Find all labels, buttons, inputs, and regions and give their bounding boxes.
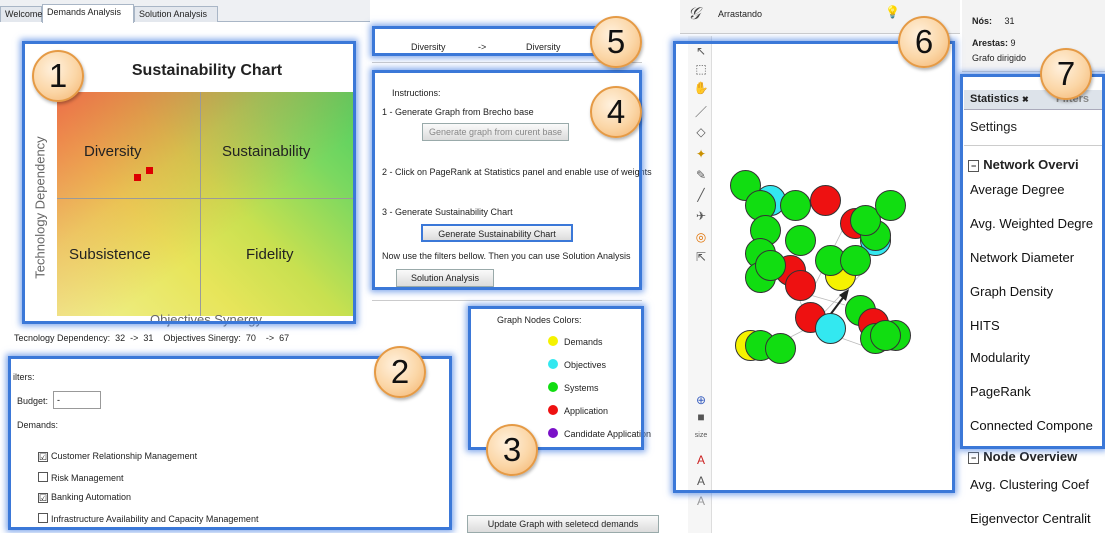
callout-1: 1 [32, 50, 84, 102]
callout-5: 5 [590, 16, 642, 68]
highlight-box-5 [372, 26, 604, 56]
stat-eigenvector-centrality[interactable]: Eigenvector Centralit [970, 511, 1091, 526]
graph-status: Arrastando [718, 9, 763, 19]
callout-6: 6 [898, 16, 950, 68]
text-size-icon[interactable]: A [693, 494, 709, 508]
stat-avg-clustering[interactable]: Avg. Clustering Coef [970, 477, 1089, 492]
graph-type: Grafo dirigido [972, 53, 1027, 63]
gephi-logo-icon: 𝒢 [688, 4, 701, 24]
callout-7: 7 [1040, 48, 1092, 100]
edges-value: 9 [1010, 38, 1016, 48]
tab-solution-analysis[interactable]: Solution Analysis [134, 6, 218, 22]
nodes-label: Nós: [972, 16, 992, 26]
nodes-count: Nós: 31 [972, 16, 1015, 26]
callout-3: 3 [486, 424, 538, 476]
separator-line-2 [372, 300, 642, 301]
highlight-box-7 [960, 74, 1105, 449]
nodes-value: 31 [1004, 16, 1015, 26]
update-graph-button[interactable]: Update Graph with seletecd demands [467, 515, 659, 533]
collapse-icon[interactable]: − [968, 452, 980, 464]
highlight-box-6 [673, 41, 955, 493]
edges-label: Arestas: [972, 38, 1009, 48]
callout-2: 2 [374, 346, 426, 398]
node-overview-header[interactable]: − Node Overview [968, 449, 1077, 464]
callout-4: 4 [590, 86, 642, 138]
tab-demands-analysis[interactable]: Demands Analysis [42, 4, 134, 23]
section-title: Node Overview [983, 449, 1078, 464]
dependency-synergy-readout: Tecnology Dependency: 32 -> 31 Objective… [14, 333, 290, 343]
tab-welcome[interactable]: Welcome [0, 6, 42, 22]
tab-bar: Welcome Demands Analysis Solution Analys… [0, 0, 370, 23]
edges-count: Arestas: 9 [972, 38, 1016, 48]
lightbulb-icon[interactable]: 💡 [885, 5, 900, 19]
highlight-box-3 [468, 306, 644, 450]
